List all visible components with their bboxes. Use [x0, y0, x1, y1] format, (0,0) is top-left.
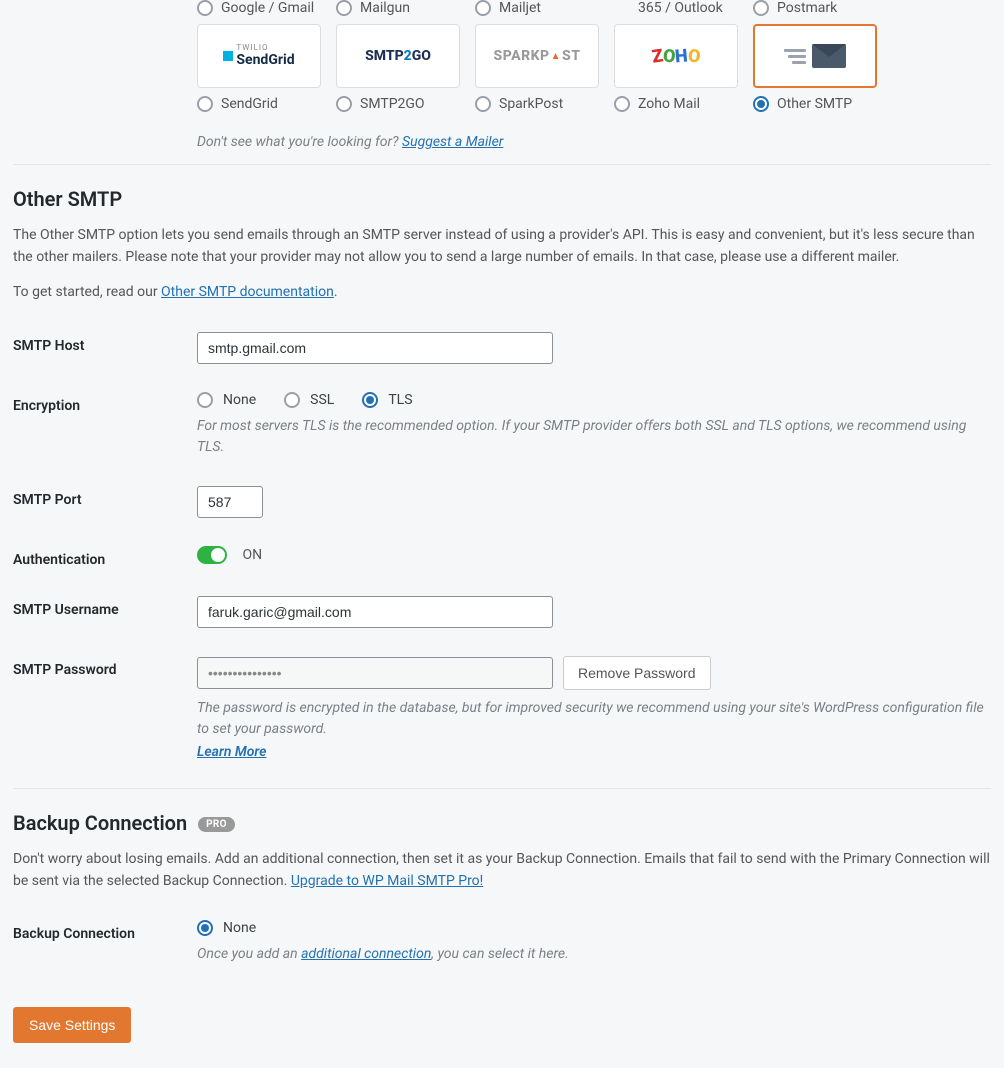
- remove-password-button[interactable]: Remove Password: [563, 656, 711, 690]
- smtp-host-input[interactable]: [197, 332, 553, 364]
- pro-badge: PRO: [198, 817, 235, 832]
- sparkpost-logo-icon: SPARKP▲ST: [494, 48, 581, 64]
- mailer-radio-google[interactable]: Google / Gmail: [197, 0, 321, 16]
- encryption-ssl-radio[interactable]: SSL: [284, 392, 334, 408]
- get-started-text: To get started, read our Other SMTP docu…: [13, 282, 991, 304]
- additional-connection-link[interactable]: additional connection: [301, 946, 431, 962]
- divider: [13, 788, 991, 789]
- encryption-tls-radio[interactable]: TLS: [362, 392, 412, 408]
- radio-selected-icon: [197, 920, 213, 936]
- label-smtp-port: SMTP Port: [13, 486, 197, 518]
- mailer-radio-postmark[interactable]: Postmark: [753, 0, 877, 16]
- save-settings-button[interactable]: Save Settings: [13, 1007, 131, 1043]
- smtp2go-logo-icon: SMTP2GO: [365, 48, 431, 64]
- authentication-toggle[interactable]: [197, 546, 227, 564]
- label-smtp-username: SMTP Username: [13, 596, 197, 628]
- label-smtp-password: SMTP Password: [13, 656, 197, 760]
- backup-hint: Once you add an additional connection, y…: [197, 944, 991, 965]
- radio-icon: [197, 0, 213, 16]
- section-title-other-smtp: Other SMTP: [13, 187, 991, 211]
- sendgrid-logo-icon: TWILIOSendGrid: [223, 44, 294, 68]
- mailer-radio-outlook[interactable]: 365 / Outlook: [614, 0, 738, 16]
- radio-icon: [475, 96, 491, 112]
- mailer-radio-sendgrid[interactable]: SendGrid: [197, 96, 321, 112]
- smtp-username-input[interactable]: [197, 596, 553, 628]
- documentation-link[interactable]: Other SMTP documentation: [161, 284, 334, 300]
- mailer-radio-sparkpost[interactable]: SparkPost: [475, 96, 599, 112]
- radio-selected-icon: [753, 96, 769, 112]
- section-description: The Other SMTP option lets you send emai…: [13, 225, 991, 268]
- radio-icon: [197, 96, 213, 112]
- divider: [13, 164, 991, 165]
- radio-icon: [614, 96, 630, 112]
- backup-description: Don't worry about losing emails. Add an …: [13, 849, 991, 892]
- learn-more-link[interactable]: Learn More: [197, 744, 267, 760]
- backup-none-radio[interactable]: None: [197, 920, 991, 936]
- radio-icon: [475, 0, 491, 16]
- envelope-icon: [784, 44, 846, 68]
- mailer-card-zoho[interactable]: ZOHO: [614, 24, 738, 88]
- mailer-radio-mailgun[interactable]: Mailgun: [336, 0, 460, 16]
- label-authentication: Authentication: [13, 546, 197, 568]
- mailer-radio-smtp2go[interactable]: SMTP2GO: [336, 96, 460, 112]
- authentication-state: ON: [242, 547, 262, 563]
- suggest-mailer-text: Don't see what you're looking for? Sugge…: [197, 134, 991, 150]
- smtp-port-input[interactable]: [197, 486, 263, 518]
- radio-icon: [197, 392, 213, 408]
- label-smtp-host: SMTP Host: [13, 332, 197, 364]
- upgrade-link[interactable]: Upgrade to WP Mail SMTP Pro!: [291, 873, 483, 889]
- password-hint: The password is encrypted in the databas…: [197, 698, 991, 740]
- mailer-card-smtp2go[interactable]: SMTP2GO: [336, 24, 460, 88]
- mailer-radio-mailjet[interactable]: Mailjet: [475, 0, 599, 16]
- smtp-password-input[interactable]: [197, 657, 553, 689]
- radio-selected-icon: [362, 392, 378, 408]
- radio-icon: [336, 96, 352, 112]
- mailer-radio-zoho[interactable]: Zoho Mail: [614, 96, 738, 112]
- suggest-mailer-link[interactable]: Suggest a Mailer: [402, 134, 503, 150]
- section-title-backup: Backup Connection PRO: [13, 811, 991, 835]
- label-encryption: Encryption: [13, 392, 197, 458]
- mailer-card-sendgrid[interactable]: TWILIOSendGrid: [197, 24, 321, 88]
- radio-icon: [753, 0, 769, 16]
- radio-icon: [284, 392, 300, 408]
- encryption-none-radio[interactable]: None: [197, 392, 256, 408]
- mailer-radio-other-smtp[interactable]: Other SMTP: [753, 96, 877, 112]
- label-backup-connection: Backup Connection: [13, 920, 197, 965]
- mailer-card-sparkpost[interactable]: SPARKP▲ST: [475, 24, 599, 88]
- radio-icon: [336, 0, 352, 16]
- mailer-card-other-smtp[interactable]: [753, 24, 877, 88]
- encryption-hint: For most servers TLS is the recommended …: [197, 416, 991, 458]
- zoho-logo-icon: ZOHO: [652, 46, 701, 67]
